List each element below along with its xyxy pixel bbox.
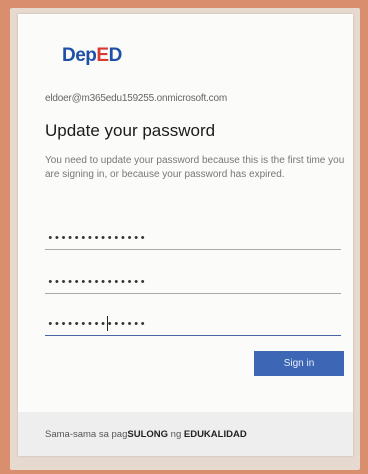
deped-logo: DepED (62, 45, 122, 66)
current-password-field[interactable] (45, 228, 341, 250)
text-caret (107, 316, 108, 331)
account-email: eldoer@m365edu159255.onmicrosoft.com (45, 93, 227, 104)
page-description: You need to update your password because… (45, 155, 345, 180)
signin-button[interactable]: Sign in (254, 351, 344, 376)
new-password-field[interactable] (45, 272, 341, 294)
confirm-password-field[interactable] (45, 314, 341, 336)
page-title: Update your password (45, 121, 216, 140)
footer-tagline: Sama-sama sa pagSULONG ng EDUKALIDAD (45, 429, 247, 440)
footer-bar: Sama-sama sa pagSULONG ng EDUKALIDAD (18, 412, 353, 456)
